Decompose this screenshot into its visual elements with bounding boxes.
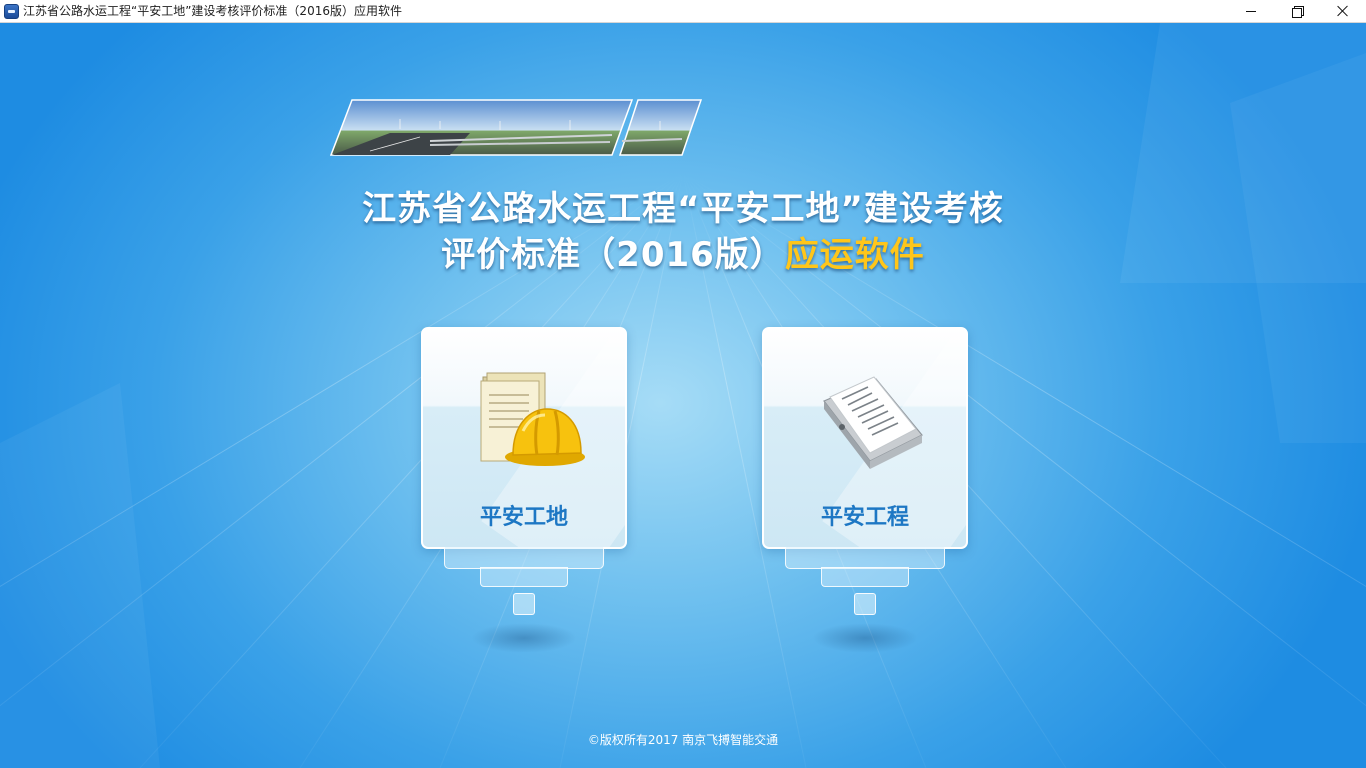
- restore-button[interactable]: [1274, 0, 1320, 22]
- card-stand: [444, 547, 604, 569]
- main-title-line2-accent: 应运软件: [784, 235, 925, 275]
- safe-worksite-label: 平安工地: [479, 505, 568, 530]
- minimize-icon: [1246, 10, 1256, 12]
- main-title-line2: 评价标准（2016版）应运软件: [0, 227, 1366, 276]
- copyright-footer: ©版权所有2017 南京飞搏智能交通: [587, 733, 779, 747]
- safe-worksite-card[interactable]: 平安工地: [421, 327, 627, 549]
- card-stand: [513, 593, 535, 615]
- main-title-line2-main: 评价标准（2016版）: [441, 235, 785, 275]
- card-stand: [854, 593, 876, 615]
- card-stand: [821, 567, 909, 587]
- window-title: 江苏省公路水运工程“平安工地”建设考核评价标准（2016版）应用软件: [23, 4, 402, 18]
- main-title-line1: 江苏省公路水运工程“平安工地”建设考核: [362, 189, 1004, 229]
- close-button[interactable]: [1320, 0, 1366, 22]
- main-stage: 江苏省公路水运工程“平安工地”建设考核 评价标准（2016版）应运软件 平安工地…: [0, 23, 1366, 768]
- safe-project-label: 平安工程: [820, 505, 909, 530]
- minimize-button[interactable]: [1228, 0, 1274, 22]
- safe-worksite-module: 平安工地: [421, 327, 627, 653]
- app-icon: [4, 4, 19, 19]
- card-stand: [785, 547, 945, 569]
- highway-banner-image: [330, 99, 702, 156]
- hard-hat-documents-icon: [480, 372, 585, 466]
- safe-project-card[interactable]: 平安工程: [762, 327, 968, 549]
- card-stand: [480, 567, 568, 587]
- safe-project-module: 平安工程: [762, 327, 968, 653]
- restore-icon: [1292, 6, 1304, 18]
- window-titlebar: 江苏省公路水运工程“平安工地”建设考核评价标准（2016版）应用软件: [0, 0, 1366, 23]
- binder-document-icon: [823, 376, 923, 469]
- close-icon: [1337, 5, 1349, 17]
